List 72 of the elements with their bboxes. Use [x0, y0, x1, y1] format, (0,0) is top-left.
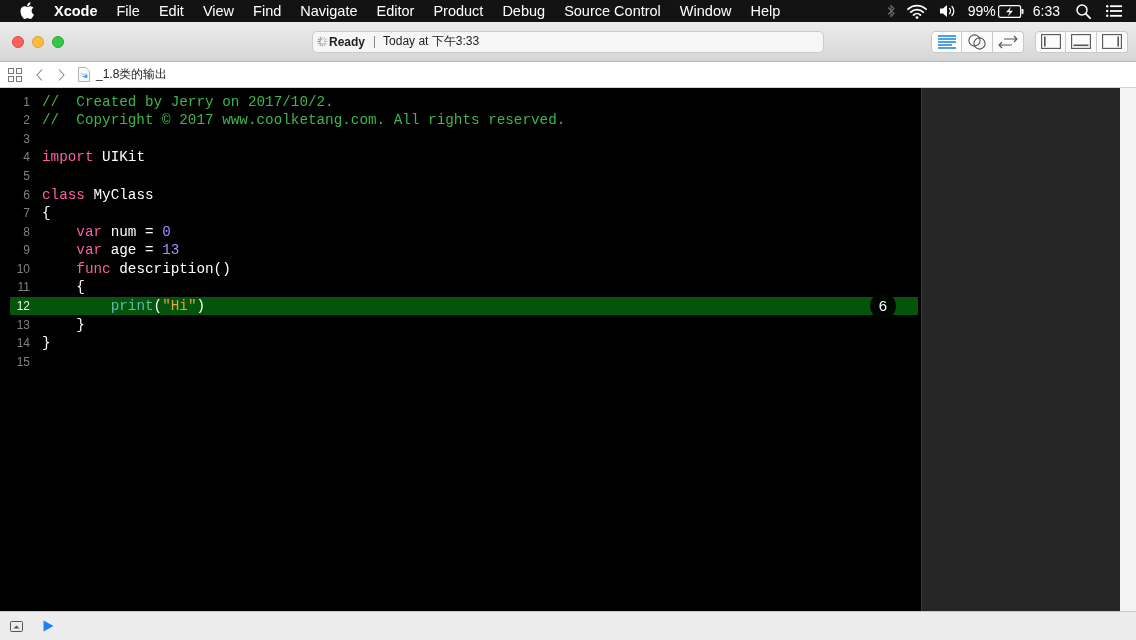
code-line: var num = 0 — [76, 222, 171, 241]
line-number: 12 — [15, 298, 30, 313]
debug-area-toggle-button[interactable] — [1066, 30, 1097, 53]
battery-charging-icon[interactable] — [997, 4, 1024, 18]
line-number: 4 — [22, 150, 30, 165]
menu-item[interactable]: Navigate — [300, 2, 358, 20]
debug-area-toggle-icon[interactable] — [10, 620, 23, 632]
close-button[interactable] — [12, 35, 24, 48]
assistant-editor-button[interactable] — [962, 30, 993, 53]
version-editor-button[interactable] — [993, 30, 1024, 53]
status-text: Ready — [329, 34, 366, 49]
menu-item[interactable]: Help — [750, 2, 781, 20]
menu-item[interactable]: Debug — [502, 2, 546, 20]
line-number: 14 — [15, 336, 30, 351]
menu-item[interactable]: Window — [679, 2, 732, 20]
breadcrumb-file[interactable]: _1.8类的输出 — [96, 66, 168, 83]
line-number: 11 — [16, 280, 30, 295]
menu-item[interactable]: Product — [433, 2, 484, 20]
left-panel-icon — [1040, 34, 1061, 49]
grid-icon[interactable] — [8, 67, 22, 82]
code-line: // Created by Jerry on 2017/10/2. — [42, 92, 334, 111]
swap-arrows-icon — [998, 34, 1018, 49]
overlapping-circles-icon — [968, 33, 986, 50]
line-number: 1 — [22, 94, 30, 109]
code-line: { — [76, 278, 85, 297]
line-number: 2 — [22, 113, 30, 128]
code-line: } — [76, 315, 85, 334]
clock-text[interactable]: 6:33 — [1032, 3, 1060, 19]
menu-item[interactable]: Edit — [158, 2, 184, 20]
play-icon[interactable] — [43, 620, 54, 632]
line-number: 7 — [22, 206, 30, 221]
speaker-icon[interactable] — [938, 4, 956, 18]
line-number: 8 — [22, 224, 30, 239]
code-line: // Copyright © 2017 www.coolketang.com. All rights reserved. — [42, 111, 566, 130]
line-number: 10 — [15, 261, 30, 276]
status-time: Today at 下午3:33 — [383, 33, 480, 50]
code-line: { — [42, 204, 51, 223]
list-icon[interactable] — [1106, 5, 1122, 17]
code-line: var age = 13 — [76, 241, 180, 260]
forward-chevron-icon[interactable] — [58, 68, 65, 81]
app-menu[interactable]: Xcode — [54, 2, 98, 20]
menu-item[interactable]: Find — [253, 2, 282, 20]
menu-item[interactable]: View — [202, 2, 235, 20]
code-line: func description() — [76, 259, 231, 278]
utilities-toggle-button[interactable] — [1097, 30, 1128, 53]
bluetooth-icon[interactable] — [886, 4, 895, 18]
search-icon[interactable] — [1076, 3, 1091, 19]
line-number: 9 — [22, 243, 30, 258]
code-line: import UIKit — [42, 148, 145, 167]
line-number: 15 — [15, 354, 30, 369]
standard-editor-button[interactable] — [931, 30, 962, 53]
apple-icon[interactable] — [20, 1, 34, 19]
menu-item[interactable]: Editor — [376, 2, 415, 20]
line-number: 3 — [22, 131, 30, 146]
battery-percent[interactable]: 99% — [967, 3, 996, 19]
activity-spinner-icon — [317, 36, 328, 47]
code-line: print("Hi") — [110, 296, 206, 315]
lines-icon — [936, 34, 957, 49]
menu-item[interactable]: File — [116, 2, 140, 20]
line-number: 5 — [22, 169, 30, 184]
right-panel-icon — [1102, 34, 1122, 49]
line-number: 13 — [15, 317, 30, 332]
count-badge: 6 — [870, 292, 896, 319]
menu-item[interactable]: Source Control — [564, 2, 661, 20]
code-line: class MyClass — [42, 185, 154, 204]
bottom-panel-icon — [1071, 34, 1091, 49]
swift-file-icon — [78, 67, 90, 82]
back-chevron-icon[interactable] — [36, 68, 43, 81]
line-number: 6 — [22, 187, 30, 202]
wifi-icon[interactable] — [906, 3, 927, 19]
code-line: } — [42, 334, 51, 353]
navigator-toggle-button[interactable] — [1035, 30, 1066, 53]
